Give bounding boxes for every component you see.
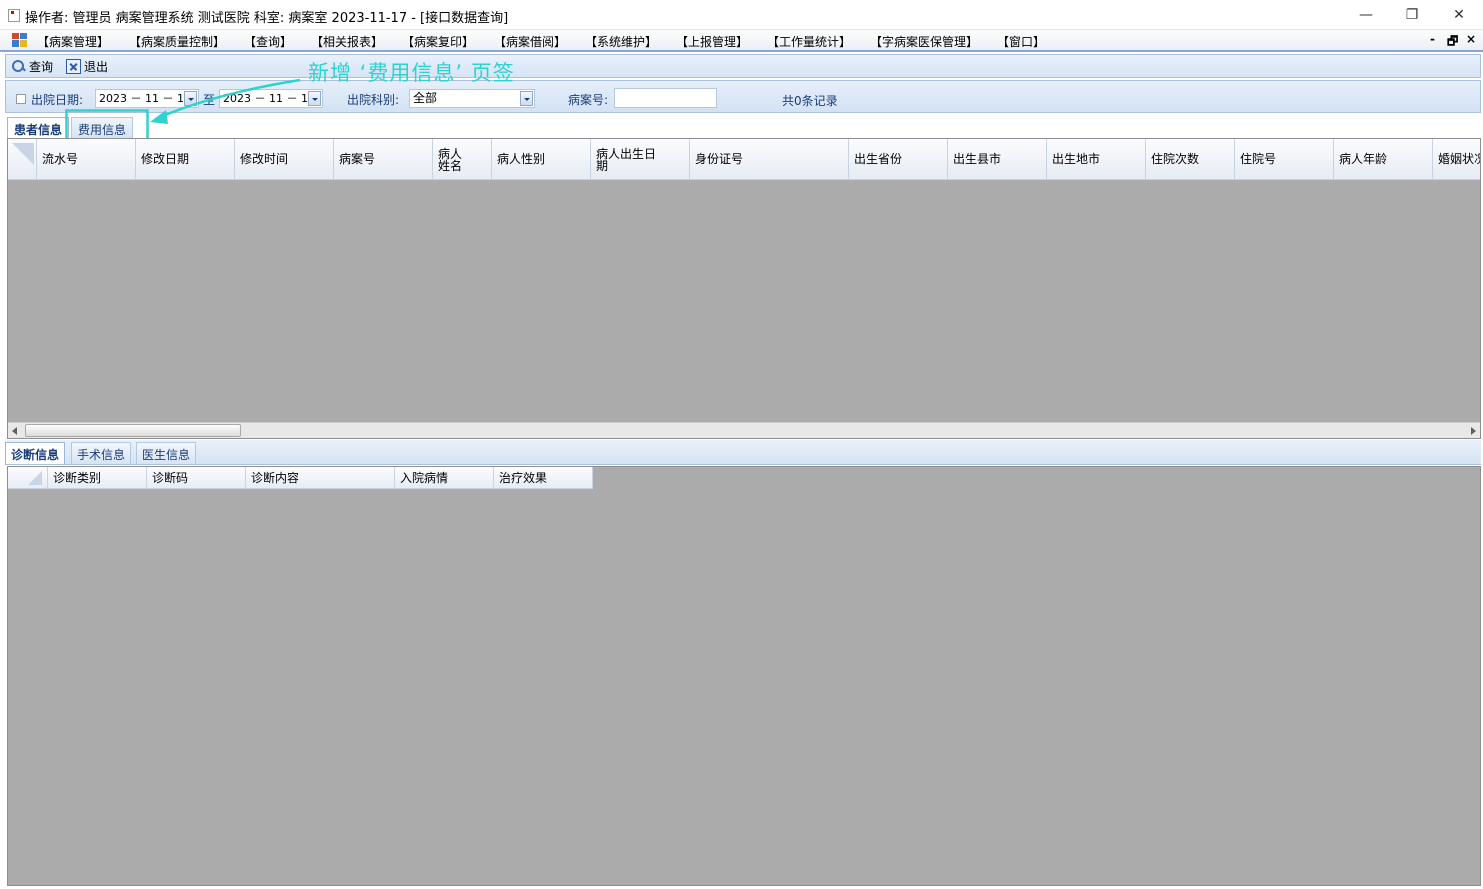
menu-query[interactable]: 【查询】 xyxy=(244,33,292,50)
tab-patient-info[interactable]: 患者信息 xyxy=(7,117,70,138)
restore-button[interactable]: ❐ xyxy=(1389,0,1435,30)
column-header[interactable]: 病人年龄 xyxy=(1334,139,1433,180)
column-header[interactable]: 出生地市 xyxy=(1047,139,1146,180)
search-icon xyxy=(11,59,26,74)
column-header[interactable]: 出生县市 xyxy=(948,139,1047,180)
scrollbar-thumb[interactable] xyxy=(25,424,241,437)
menu-borrow[interactable]: 【病案借阅】 xyxy=(494,33,566,50)
record-no-label: 病案号: xyxy=(568,93,609,107)
dept-label: 出院科别: xyxy=(347,93,400,107)
tab-doctor-info[interactable]: 医生信息 xyxy=(136,442,197,464)
column-header[interactable]: 住院次数 xyxy=(1146,139,1235,180)
scroll-left-icon[interactable] xyxy=(12,427,17,435)
mdi-minimize-button[interactable]: - xyxy=(1430,32,1435,46)
grid-select-all[interactable] xyxy=(8,139,37,180)
column-header[interactable]: 病人性别 xyxy=(492,139,591,180)
menu-record-management[interactable]: 【病案管理】 xyxy=(37,33,109,50)
column-header[interactable]: 治疗效果 xyxy=(494,467,593,489)
column-header[interactable]: 修改时间 xyxy=(235,139,334,180)
column-header[interactable]: 流水号 xyxy=(37,139,136,180)
diagnosis-grid-header: 诊断类别 诊断码 诊断内容 入院病情 治疗效果 xyxy=(8,467,593,489)
discharge-date-checkbox[interactable] xyxy=(16,94,26,104)
mdi-close-button[interactable]: × xyxy=(1466,32,1476,46)
toolbar: 查询 退出 xyxy=(5,54,1481,78)
mdi-restore-button[interactable]: 🗗 xyxy=(1447,32,1458,53)
menu-reports[interactable]: 【相关报表】 xyxy=(311,33,383,50)
close-button[interactable]: ✕ xyxy=(1436,0,1482,30)
record-count: 共0条记录 xyxy=(782,94,838,108)
horizontal-scrollbar[interactable] xyxy=(8,422,1480,438)
app-menu-icon[interactable] xyxy=(12,33,27,47)
dept-dropdown-icon[interactable] xyxy=(520,91,533,106)
column-header[interactable]: 病人出生日期 xyxy=(591,139,690,180)
discharge-date-label: 出院日期: xyxy=(31,93,84,107)
column-header[interactable]: 修改日期 xyxy=(136,139,235,180)
column-header[interactable]: 诊断码 xyxy=(147,467,246,489)
date-from-picker[interactable]: 2023 － 11 － 17 xyxy=(95,89,199,108)
column-header[interactable]: 入院病情 xyxy=(395,467,494,489)
query-button-label: 查询 xyxy=(29,60,54,74)
column-header[interactable]: 身份证号 xyxy=(690,139,849,180)
grid-select-all[interactable] xyxy=(8,467,48,489)
column-header[interactable]: 婚姻状况 xyxy=(1433,139,1480,180)
tab-fee-info[interactable]: 费用信息 xyxy=(71,117,134,138)
date-to-value: 2023 － 11 － 17 xyxy=(223,92,315,105)
query-button[interactable]: 查询 xyxy=(11,58,53,75)
bottom-tab-strip: 诊断信息 手术信息 医生信息 xyxy=(5,440,1481,465)
menu-bar: 【病案管理】 【病案质量控制】 【查询】 【相关报表】 【病案复印】 【病案借阅… xyxy=(0,30,1483,52)
menu-copy[interactable]: 【病案复印】 xyxy=(402,33,474,50)
date-from-value: 2023 － 11 － 17 xyxy=(99,92,191,105)
column-header[interactable]: 病案号 xyxy=(334,139,433,180)
column-header[interactable]: 出生省份 xyxy=(849,139,948,180)
window-title: 操作者: 管理员 病案管理系统 测试医院 科室: 病案室 2023-11-17 … xyxy=(25,11,509,26)
menu-quality-control[interactable]: 【病案质量控制】 xyxy=(129,33,225,50)
column-header[interactable]: 诊断内容 xyxy=(246,467,395,489)
menu-workload-stats[interactable]: 【工作量统计】 xyxy=(767,33,851,50)
column-header[interactable]: 病人姓名 xyxy=(433,139,492,180)
menu-system-maintenance[interactable]: 【系统维护】 xyxy=(585,33,657,50)
window-title-bar: 操作者: 管理员 病案管理系统 测试医院 科室: 病案室 2023-11-17 … xyxy=(0,0,1483,30)
date-to-label: 至 xyxy=(203,93,216,107)
menu-window[interactable]: 【窗口】 xyxy=(997,33,1045,50)
column-header[interactable]: 住院号 xyxy=(1235,139,1334,180)
patient-grid-header: 流水号 修改日期 修改时间 病案号 病人姓名 病人性别 病人出生日期 身份证号 … xyxy=(8,139,1480,180)
scroll-right-icon[interactable] xyxy=(1471,427,1476,435)
tab-diagnosis-info[interactable]: 诊断信息 xyxy=(5,442,66,464)
minimize-button[interactable]: — xyxy=(1343,0,1389,30)
dept-select-value: 全部 xyxy=(413,91,438,105)
app-icon xyxy=(8,9,20,22)
menu-reporting[interactable]: 【上报管理】 xyxy=(676,33,748,50)
tab-surgery-info[interactable]: 手术信息 xyxy=(71,442,132,464)
menu-insurance[interactable]: 【字病案医保管理】 xyxy=(870,33,978,50)
record-no-input[interactable] xyxy=(614,88,717,108)
exit-button[interactable]: 退出 xyxy=(66,58,108,75)
top-tab-strip: 患者信息 费用信息 xyxy=(5,114,1481,138)
filter-bar: 出院日期: 2023 － 11 － 17 至 2023 － 11 － 17 出院… xyxy=(5,80,1481,113)
exit-button-label: 退出 xyxy=(84,60,109,74)
date-to-picker[interactable]: 2023 － 11 － 17 xyxy=(219,89,323,108)
column-header[interactable]: 诊断类别 xyxy=(48,467,147,489)
patient-grid[interactable]: 流水号 修改日期 修改时间 病案号 病人姓名 病人性别 病人出生日期 身份证号 … xyxy=(7,138,1481,439)
diagnosis-grid[interactable]: 诊断类别 诊断码 诊断内容 入院病情 治疗效果 xyxy=(7,466,1481,886)
annotation-text: 新增 ‘费用信息’ 页签 xyxy=(308,61,515,85)
date-to-dropdown-icon[interactable] xyxy=(308,91,321,106)
dept-select[interactable]: 全部 xyxy=(409,89,535,108)
date-from-dropdown-icon[interactable] xyxy=(184,91,197,106)
exit-icon xyxy=(66,59,81,74)
